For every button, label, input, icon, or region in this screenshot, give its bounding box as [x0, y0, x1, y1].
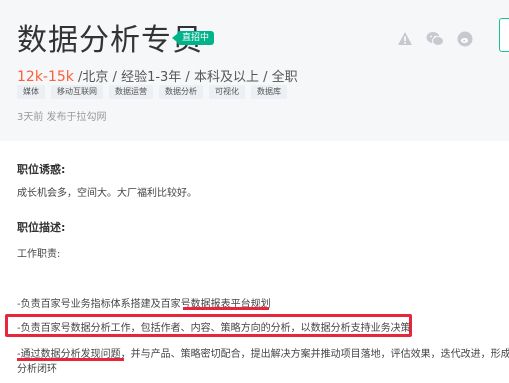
highlight-underline [183, 307, 269, 310]
perks-title: 职位诱惑: [17, 163, 66, 176]
job-tag[interactable]: 媒体 [17, 85, 45, 99]
description-title: 职位描述: [17, 221, 66, 234]
duty-item: -负责百家号数据分析工作，包括作者、内容、策略方向的分析，以数据分析支持业务决策 [17, 323, 411, 334]
apply-button-edge[interactable] [499, 18, 509, 52]
header-actions [396, 30, 474, 48]
warning-icon[interactable] [396, 30, 414, 48]
job-tag[interactable]: 数据运营 [109, 85, 153, 99]
job-tags: 媒体 移动互联网 数据运营 数据分析 可视化 数据库 [17, 85, 287, 99]
publish-info: 3天前 发布于拉勾网 [17, 112, 107, 123]
job-tag[interactable]: 可视化 [209, 85, 245, 99]
salary: 12k-15k [17, 69, 74, 85]
perks-text: 成长机会多，空间大。大厂福利比较好。 [17, 188, 197, 199]
job-tag[interactable]: 移动互联网 [51, 85, 103, 99]
job-meta: 12k-15k /北京 / 经验1-3年 / 本科及以上 / 全职 [17, 66, 298, 85]
job-tag[interactable]: 数据分析 [159, 85, 203, 99]
duty-item-continued: 分析闭环 [17, 364, 57, 375]
job-header: 数据分析专员 直招中 12k-15k /北京 / 经验1-3年 / 本科及以上 … [0, 0, 509, 141]
job-tag[interactable]: 数据库 [251, 85, 287, 99]
weibo-icon[interactable] [456, 30, 474, 48]
wechat-icon[interactable] [426, 30, 444, 48]
duties-intro: 工作职责: [17, 249, 61, 260]
job-details: /北京 / 经验1-3年 / 本科及以上 / 全职 [73, 70, 298, 85]
hiring-status-badge: 直招中 [171, 31, 215, 45]
